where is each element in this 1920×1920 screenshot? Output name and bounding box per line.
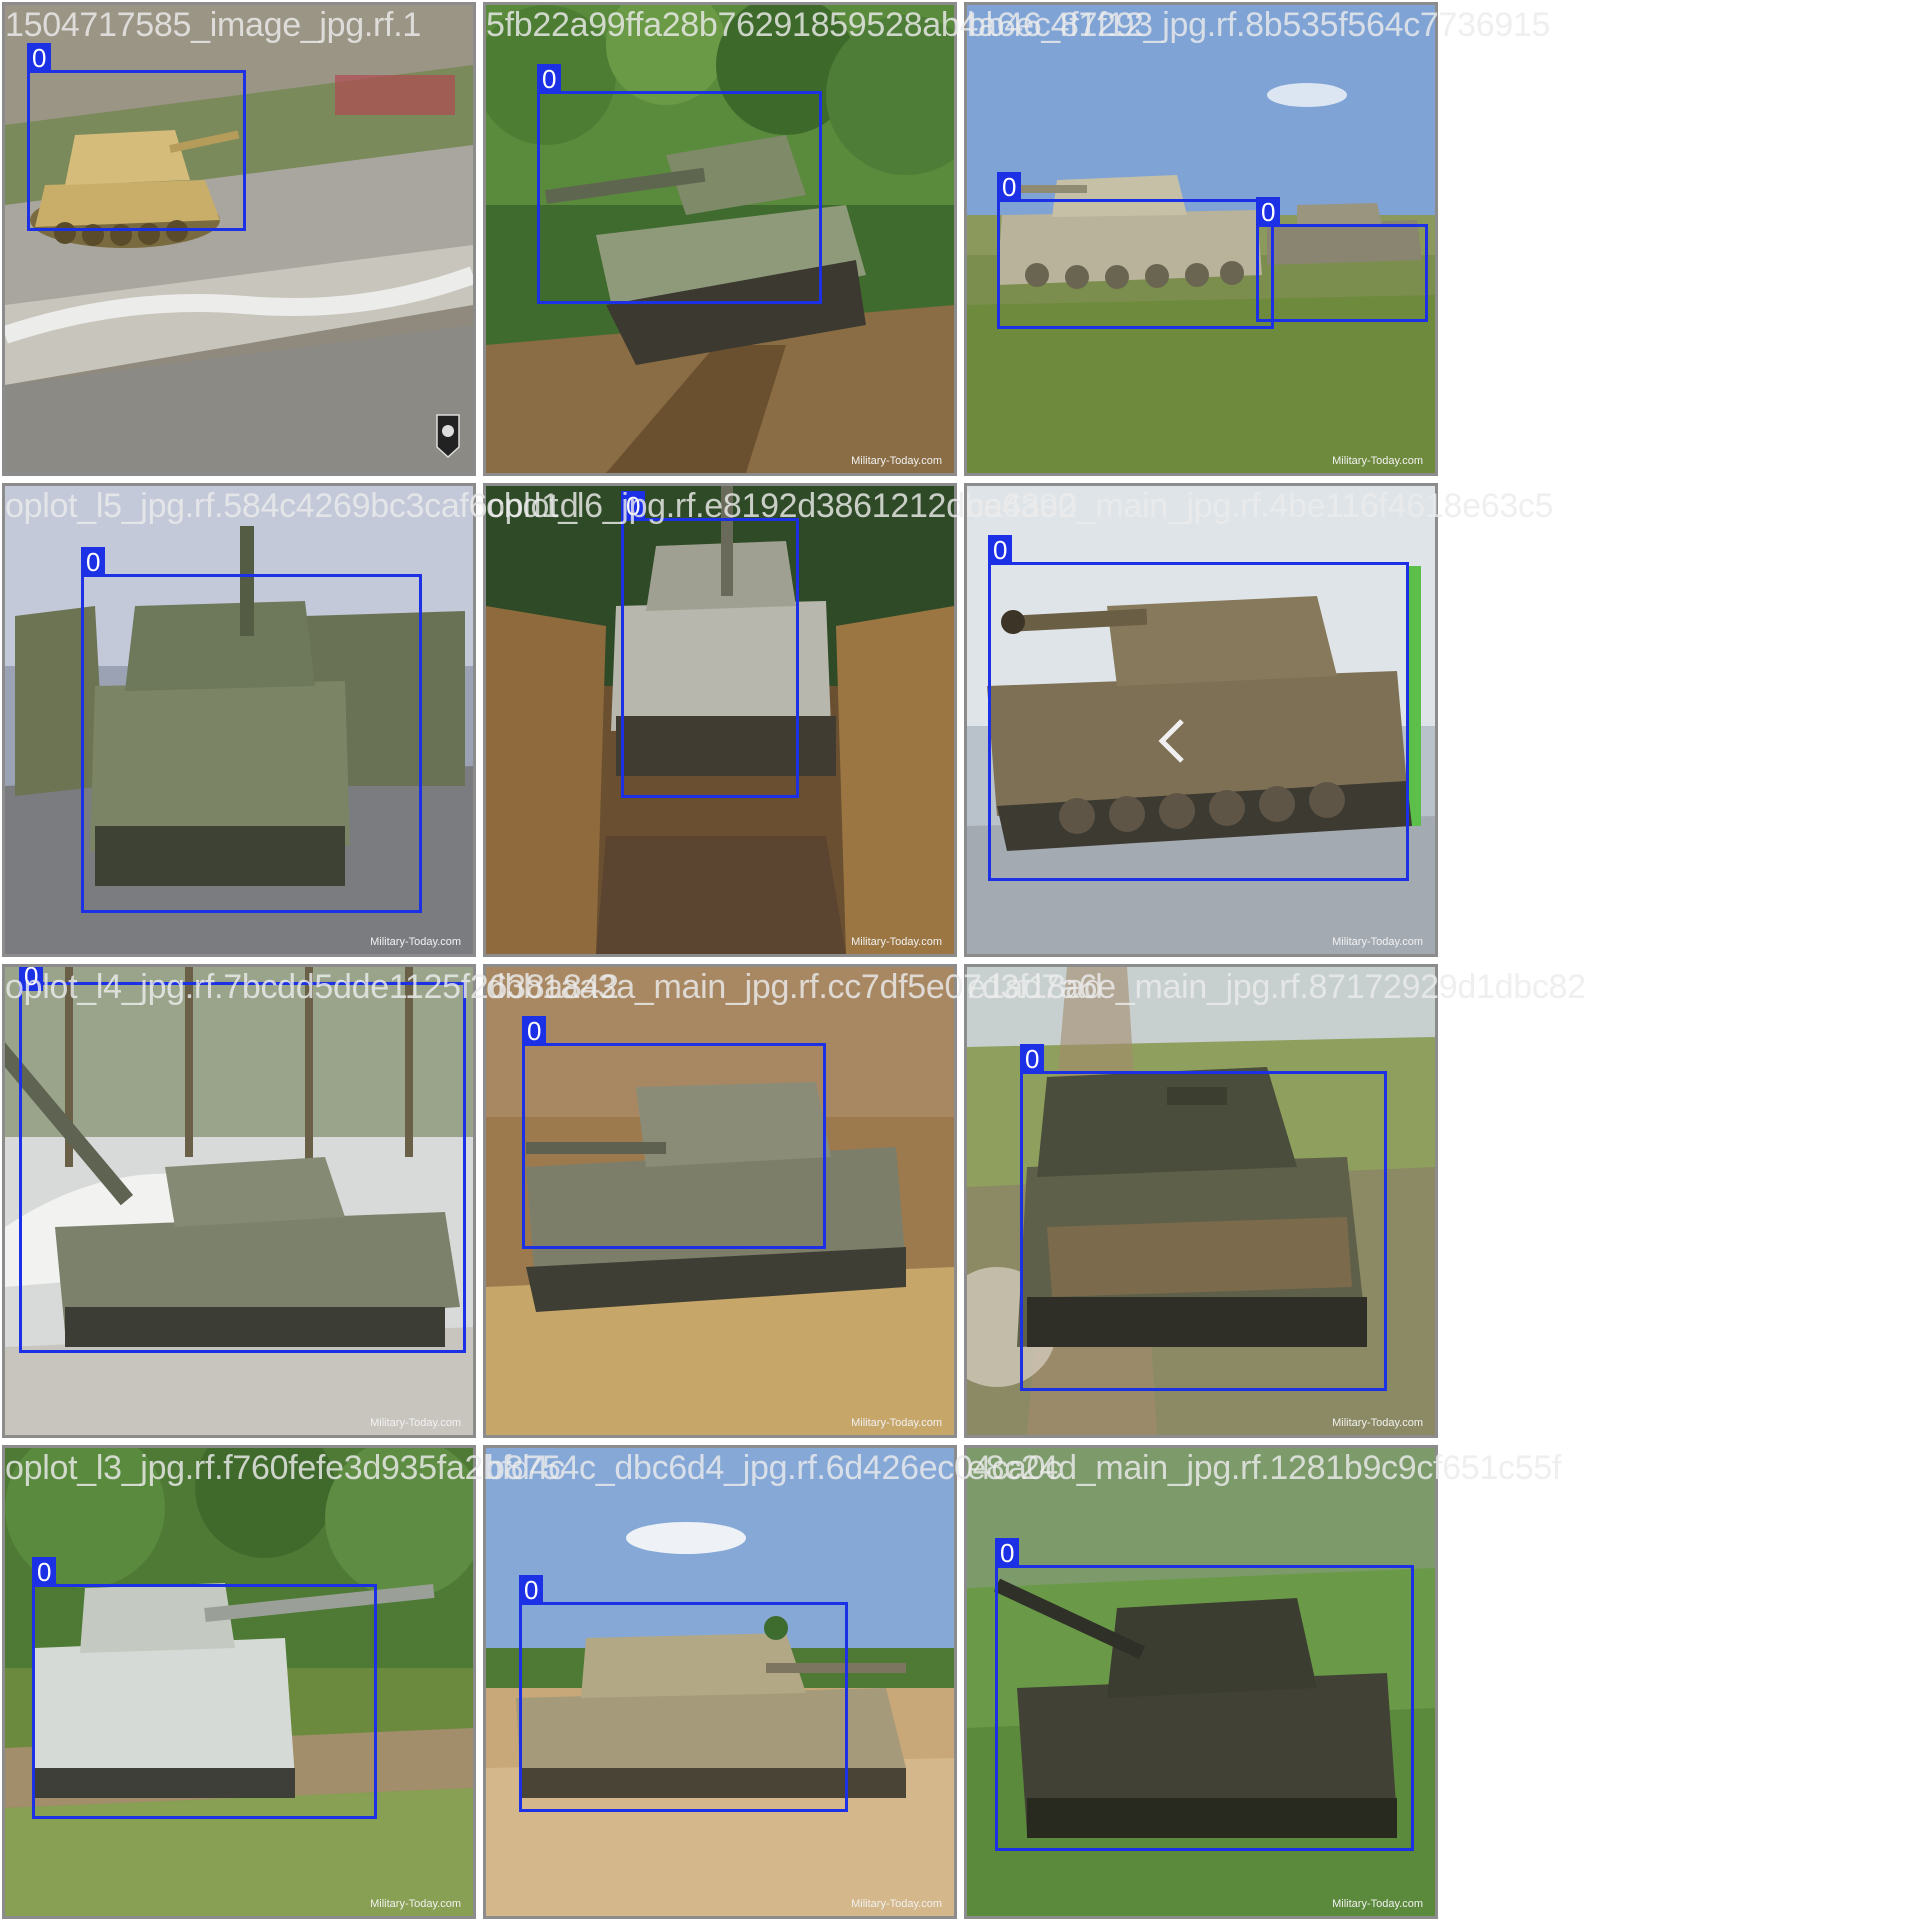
watermark-text: Military-Today.com bbox=[1332, 936, 1423, 948]
class-label: 0 bbox=[81, 547, 106, 577]
watermark-text: Military-Today.com bbox=[1332, 1417, 1423, 1429]
detection-box: 0 bbox=[19, 967, 466, 1353]
image-tile-8: Military-Today.com 0 bbox=[483, 964, 957, 1438]
filename-label-3: bb46_87f12_jpg.rf.8b535f564c7736915 bbox=[967, 6, 1551, 44]
detection-box: 0 bbox=[995, 1538, 1414, 1851]
image-tile-2: Military-Today.com 0 bbox=[483, 2, 957, 476]
image-tile-6: Military-Today.com 0 bbox=[964, 483, 1438, 957]
image-tile-7: Military-Today.com 0 bbox=[2, 964, 476, 1438]
image-tile-11: Military-Today.com 0 bbox=[483, 1445, 957, 1919]
class-label: 0 bbox=[522, 1016, 547, 1046]
class-label: 0 bbox=[519, 1575, 544, 1605]
filename-label-10: oplot_l3_jpg.rf.f760fefe3d935fa2bfd4c bbox=[5, 1449, 565, 1487]
detection-box: 0 bbox=[621, 491, 799, 798]
image-tile-1: 0 bbox=[2, 2, 476, 476]
detection-box: 0 bbox=[519, 1575, 848, 1812]
watermark-text: Military-Today.com bbox=[370, 1417, 461, 1429]
watermark-text: Military-Today.com bbox=[1332, 1898, 1423, 1910]
detection-box: 0 bbox=[32, 1557, 377, 1819]
class-label: 0 bbox=[27, 43, 52, 73]
detection-box: 0 bbox=[988, 535, 1409, 881]
detection-box: 0 bbox=[27, 43, 246, 231]
watermark-text: Military-Today.com bbox=[851, 1898, 942, 1910]
image-tile-9: Military-Today.com 0 bbox=[964, 964, 1438, 1438]
watermark-text: Military-Today.com bbox=[1332, 455, 1423, 467]
image-tile-10: Military-Today.com 0 bbox=[2, 1445, 476, 1919]
watermark-text: Military-Today.com bbox=[851, 455, 942, 467]
filename-label-6: ca63e2_main_jpg.rf.4be116f4618e63c5 bbox=[967, 487, 1554, 525]
detection-mosaic: 0 Military-Today.com 0 Military-Today.co… bbox=[0, 0, 1920, 1920]
watermark-text: Military-Today.com bbox=[370, 1898, 461, 1910]
detection-box: 0 bbox=[1020, 1044, 1387, 1391]
image-tile-5: Military-Today.com 0 bbox=[483, 483, 957, 957]
watermark-text: Military-Today.com bbox=[851, 936, 942, 948]
class-label: 0 bbox=[32, 1557, 57, 1587]
image-tile-4: Military-Today.com 0 bbox=[2, 483, 476, 957]
class-label: 0 bbox=[537, 64, 562, 94]
filename-label-1: 1504717585_image_jpg.rf.1 bbox=[5, 6, 421, 44]
filename-label-9: e1ad7a6e_main_jpg.rf.87172929d1dbc82 bbox=[967, 968, 1586, 1006]
watermark-text: Military-Today.com bbox=[851, 1417, 942, 1429]
detection-box: 0 bbox=[537, 64, 822, 304]
image-tile-12: Military-Today.com 0 bbox=[964, 1445, 1438, 1919]
class-label: 0 bbox=[988, 535, 1013, 565]
detection-box: 0 bbox=[81, 547, 422, 913]
class-label: 0 bbox=[1256, 197, 1281, 227]
class-label: 0 bbox=[1020, 1044, 1045, 1074]
filename-label-12: e8c24d_main_jpg.rf.1281b9c9cf651c55f bbox=[967, 1449, 1562, 1487]
detection-box: 0 bbox=[1256, 197, 1428, 322]
emblem-icon bbox=[436, 414, 460, 459]
image-tile-3: Military-Today.com 0 0 bbox=[964, 2, 1438, 476]
class-label: 0 bbox=[997, 172, 1022, 202]
class-label: 0 bbox=[995, 1538, 1020, 1568]
detection-box: 0 bbox=[522, 1016, 826, 1249]
watermark-text: Military-Today.com bbox=[370, 936, 461, 948]
detection-box: 0 bbox=[997, 172, 1274, 329]
